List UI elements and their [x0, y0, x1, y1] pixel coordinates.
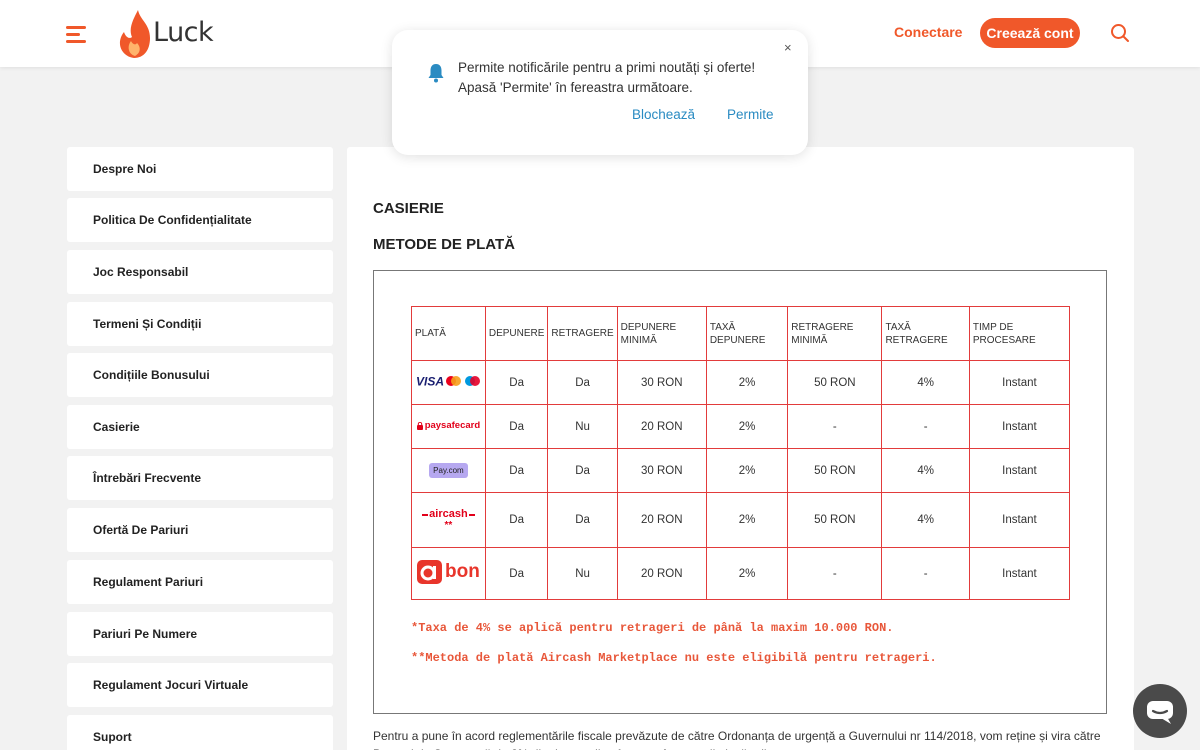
sidebar-item-intrebari[interactable]: Întrebări Frecvente — [67, 456, 333, 500]
header-depunere: DEPUNERE — [484, 306, 549, 361]
main-content: CASIERIE METODE DE PLATĂ PLATĂ DEPUNERE … — [347, 147, 1134, 750]
sidebar-item-casierie[interactable]: Casierie — [67, 405, 333, 449]
cell-deposit: Da — [484, 547, 549, 600]
payment-methods-table: PLATĂ DEPUNERE RETRAGERE DEPUNERE MINIMĂ… — [411, 306, 1071, 600]
visa-mastercard-logo-icon: VISA — [411, 360, 486, 405]
chat-icon — [1147, 701, 1173, 724]
cell-processing-time: Instant — [968, 547, 1071, 600]
paycom-logo-icon: Pay.com — [411, 448, 486, 493]
abon-logo-icon: bon — [411, 547, 486, 600]
register-button[interactable]: Creează cont — [980, 18, 1080, 48]
sidebar-item-despre-noi[interactable]: Despre Noi — [67, 147, 333, 191]
logo-text[interactable]: Luck — [153, 17, 214, 48]
aircash-note: **Metoda de plată Aircash Marketplace nu… — [411, 651, 937, 665]
sidebar-item-termeni[interactable]: Termeni Și Condiții — [67, 302, 333, 346]
cell-min-deposit: 30 RON — [616, 448, 707, 493]
cell-withdraw-fee: 4% — [881, 360, 970, 405]
cell-withdraw: Nu — [547, 404, 618, 449]
cell-deposit: Da — [484, 360, 549, 405]
login-button[interactable]: Conectare — [894, 24, 962, 40]
block-button[interactable]: Blochează — [632, 107, 695, 122]
cell-min-withdraw: 50 RON — [787, 492, 883, 548]
cell-withdraw: Da — [547, 448, 618, 493]
paysafecard-logo-icon: paysafecard — [411, 404, 486, 449]
notification-message: Permite notificările pentru a primi nout… — [458, 58, 778, 98]
notification-line-1: Permite notificările pentru a primi nout… — [458, 60, 756, 75]
cell-deposit-fee: 2% — [705, 547, 789, 600]
menu-icon[interactable] — [66, 24, 88, 44]
header-taxa-retragere: TAXĂ RETRAGERE — [881, 306, 970, 361]
cell-min-withdraw: - — [787, 547, 883, 600]
abon-logo-text: bon — [445, 561, 480, 582]
svg-text:VISA: VISA — [416, 375, 444, 389]
cell-processing-time: Instant — [968, 448, 1071, 493]
table-row: paysafecard Da Nu 20 RON 2% - - Instant — [411, 404, 1071, 449]
cell-withdraw-fee: - — [881, 547, 970, 600]
sidebar-item-joc-responsabil[interactable]: Joc Responsabil — [67, 250, 333, 294]
cell-processing-time: Instant — [968, 492, 1071, 548]
chat-button[interactable] — [1133, 684, 1187, 738]
cell-deposit-fee: 2% — [705, 492, 789, 548]
header-plata: PLATĂ — [411, 306, 486, 361]
table-row: bon Da Nu 20 RON 2% - - Instant — [411, 547, 1071, 600]
cell-min-deposit: 30 RON — [616, 360, 707, 405]
notification-prompt: Permite notificările pentru a primi nout… — [392, 30, 808, 155]
cell-withdraw-fee: - — [881, 404, 970, 449]
cell-withdraw: Nu — [547, 547, 618, 600]
notification-line-2: Apasă 'Permite' în fereastra următoare. — [458, 80, 693, 95]
cell-withdraw-fee: 4% — [881, 448, 970, 493]
cell-withdraw-fee: 4% — [881, 492, 970, 548]
sidebar-item-jocuri-virtuale[interactable]: Regulament Jocuri Virtuale — [67, 663, 333, 707]
sidebar-item-suport[interactable]: Suport — [67, 715, 333, 750]
allow-button[interactable]: Permite — [727, 107, 774, 122]
cell-min-withdraw: 50 RON — [787, 448, 883, 493]
table-row: VISA Da Da 30 RON 2% 50 RON 4% Instant — [411, 360, 1071, 405]
cell-deposit-fee: 2% — [705, 448, 789, 493]
tax-info-text: Pentru a pune în acord reglementările fi… — [373, 729, 1101, 750]
cell-withdraw: Da — [547, 360, 618, 405]
sidebar-item-regulament-pariuri[interactable]: Regulament Pariuri — [67, 560, 333, 604]
table-row: Pay.com Da Da 30 RON 2% 50 RON 4% Instan… — [411, 448, 1071, 493]
paysafecard-logo-text: paysafecard — [424, 420, 481, 432]
cell-processing-time: Instant — [968, 404, 1071, 449]
cell-min-deposit: 20 RON — [616, 492, 707, 548]
close-icon[interactable]: × — [784, 40, 792, 55]
search-icon[interactable] — [1110, 23, 1130, 43]
aircash-logo-text: aircash — [429, 508, 468, 520]
paycom-logo-text: Pay.com — [429, 463, 468, 478]
sidebar-item-politica[interactable]: Politica De Confidențialitate — [67, 198, 333, 242]
header-depunere-minima: DEPUNERE MINIMĂ — [616, 306, 707, 361]
payment-methods-box: PLATĂ DEPUNERE RETRAGERE DEPUNERE MINIMĂ… — [373, 270, 1107, 714]
cell-deposit: Da — [484, 404, 549, 449]
table-row: aircash ** Da Da 20 RON 2% 50 RON 4% Ins… — [411, 492, 1071, 548]
aircash-logo-icon: aircash ** — [411, 492, 486, 548]
section-title: METODE DE PLATĂ — [373, 236, 515, 253]
cell-deposit: Da — [484, 492, 549, 548]
cell-processing-time: Instant — [968, 360, 1071, 405]
sidebar-item-pariuri-numere[interactable]: Pariuri Pe Numere — [67, 612, 333, 656]
table-header-row: PLATĂ DEPUNERE RETRAGERE DEPUNERE MINIMĂ… — [411, 306, 1071, 361]
cell-deposit-fee: 2% — [705, 404, 789, 449]
cell-withdraw: Da — [547, 492, 618, 548]
cell-deposit-fee: 2% — [705, 360, 789, 405]
sidebar-item-oferta[interactable]: Ofertă De Pariuri — [67, 508, 333, 552]
cell-min-withdraw: - — [787, 404, 883, 449]
header-retragere-minima: RETRAGERE MINIMĂ — [787, 306, 883, 361]
header-timp-procesare: TIMP DE PROCESARE — [968, 306, 1071, 361]
withdraw-fee-note: *Taxa de 4% se aplică pentru retrageri d… — [411, 621, 894, 635]
cell-min-deposit: 20 RON — [616, 404, 707, 449]
header-retragere: RETRAGERE — [547, 306, 618, 361]
cell-min-withdraw: 50 RON — [787, 360, 883, 405]
aircash-footnote-mark: ** — [444, 520, 453, 531]
sidebar-item-bonus[interactable]: Condițiile Bonusului — [67, 353, 333, 397]
cell-min-deposit: 20 RON — [616, 547, 707, 600]
cell-deposit: Da — [484, 448, 549, 493]
bell-icon — [428, 64, 444, 83]
page-title: CASIERIE — [373, 200, 444, 217]
header-taxa-depunere: TAXĂ DEPUNERE — [705, 306, 789, 361]
